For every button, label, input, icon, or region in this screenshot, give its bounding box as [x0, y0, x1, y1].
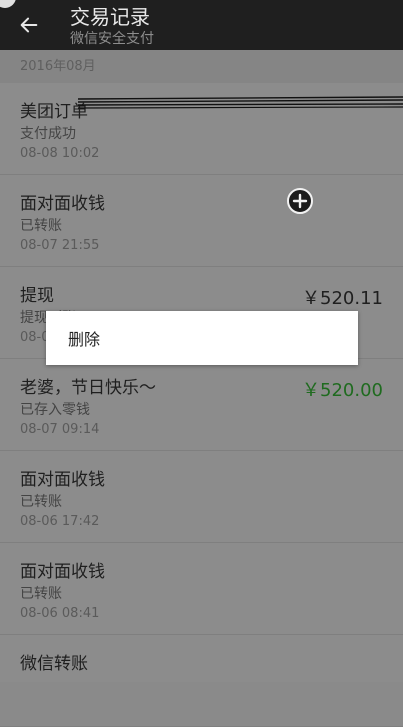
list-item[interactable]: 面对面收钱 已转账 08-06 17:42: [0, 451, 403, 543]
floating-add-button[interactable]: [286, 187, 314, 215]
record-time: 08-06 17:42: [20, 514, 100, 529]
record-status: 已转账: [20, 494, 62, 510]
page-subtitle: 微信安全支付: [70, 31, 154, 47]
record-status: 已存入零钱: [20, 402, 90, 418]
record-name: 面对面收钱: [20, 470, 105, 490]
back-button[interactable]: [14, 10, 44, 40]
transaction-list[interactable]: 2016年08月 美团订单 支付成功 08-08 10:02 面对面收钱 已转账…: [0, 50, 403, 727]
plus-circle-icon: [287, 188, 313, 214]
list-item[interactable]: 老婆，节日快乐～ 已存入零钱 08-07 09:14 ￥520.00: [0, 359, 403, 451]
context-menu: 删除: [46, 311, 358, 365]
record-name: 老婆，节日快乐～: [20, 378, 156, 398]
record-name: 面对面收钱: [20, 562, 105, 582]
record-name: 微信转账: [20, 654, 88, 674]
page-title: 交易记录: [70, 5, 150, 29]
record-name: 面对面收钱: [20, 194, 105, 214]
record-amount: ￥520.00: [302, 380, 383, 401]
record-time: 08-08 10:02: [20, 146, 100, 161]
list-item[interactable]: 面对面收钱 已转账 08-06 08:41: [0, 543, 403, 635]
record-status: 已转账: [20, 586, 62, 602]
list-item[interactable]: 面对面收钱 已转账 08-07 21:55: [0, 175, 403, 267]
record-status: 支付成功: [20, 126, 76, 142]
status-indicator: [0, 0, 16, 8]
record-time: 08-07 21:55: [20, 238, 100, 253]
redaction-scribble: [78, 96, 403, 109]
list-item[interactable]: 微信转账: [0, 635, 403, 727]
record-time: 08-07 09:14: [20, 422, 100, 437]
record-amount: ￥520.11: [302, 288, 383, 309]
arrow-left-icon: [20, 17, 38, 33]
app-header: 交易记录 微信安全支付: [0, 0, 403, 50]
record-time: 08-06 08:41: [20, 606, 100, 621]
month-header: 2016年08月: [0, 50, 403, 83]
record-name: 提现: [20, 286, 54, 306]
delete-menu-item[interactable]: 删除: [68, 326, 100, 350]
record-status: 已转账: [20, 218, 62, 234]
